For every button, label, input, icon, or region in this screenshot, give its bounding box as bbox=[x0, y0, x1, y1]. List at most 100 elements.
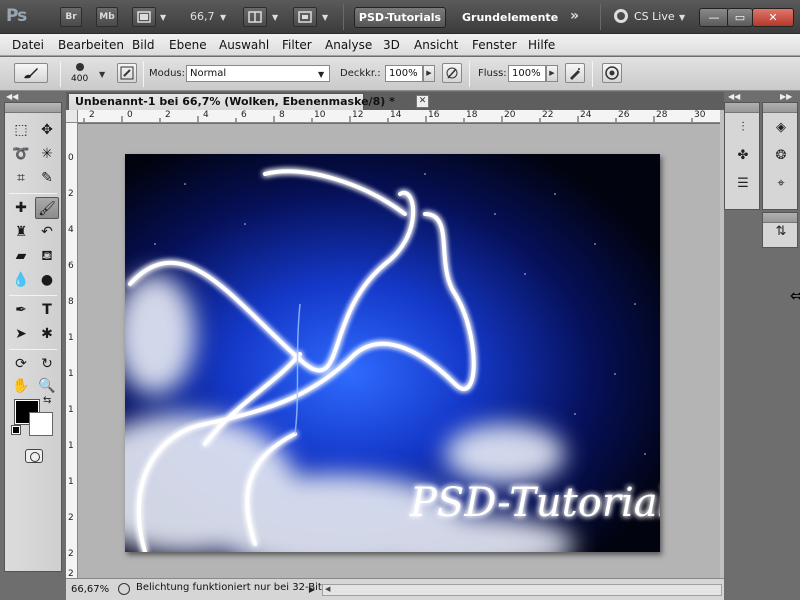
eraser-tool-icon[interactable]: ▰ bbox=[9, 245, 33, 267]
3d-rotate-tool-icon[interactable]: ⟳ bbox=[9, 353, 33, 375]
collapse-tools-icon[interactable]: ◀◀ bbox=[6, 92, 18, 101]
crop-tool-icon[interactable]: ⌗ bbox=[9, 167, 33, 189]
menu-bild[interactable]: Bild bbox=[132, 38, 155, 52]
menu-ansicht[interactable]: Ansicht bbox=[414, 38, 458, 52]
expand-panels-icon[interactable]: ◀◀ bbox=[728, 92, 740, 101]
close-document-icon[interactable]: ✕ bbox=[416, 95, 429, 108]
dock-header[interactable] bbox=[725, 103, 759, 113]
zoom-tool-icon[interactable]: 🔍 bbox=[35, 375, 59, 397]
dock-header[interactable] bbox=[763, 103, 797, 113]
extras-button[interactable] bbox=[132, 7, 156, 27]
cs-live-menu[interactable]: CS Live bbox=[634, 10, 675, 23]
clone-stamp-tool-icon[interactable]: ♜ bbox=[9, 221, 33, 243]
eyedropper-tool-icon[interactable]: ✎ bbox=[35, 167, 59, 189]
pen-tool-icon[interactable]: ✒ bbox=[9, 299, 33, 321]
restore-button[interactable]: ▭ bbox=[727, 8, 753, 27]
zoom-level-text[interactable]: 66,7 bbox=[190, 10, 215, 23]
lasso-tool-icon[interactable]: ➰ bbox=[9, 143, 33, 165]
arrange-dropdown-icon[interactable]: ▼ bbox=[272, 13, 278, 22]
history-panel-icon[interactable]: ⇅ bbox=[769, 221, 793, 243]
toolbox-header[interactable] bbox=[5, 103, 61, 113]
paint-bucket-tool-icon[interactable]: ⛾ bbox=[35, 245, 59, 267]
flow-input[interactable]: 100% bbox=[508, 65, 546, 82]
menu-ebene[interactable]: Ebene bbox=[169, 38, 207, 52]
menu-3d[interactable]: 3D bbox=[383, 38, 400, 52]
opacity-input[interactable]: 100% bbox=[385, 65, 423, 82]
canvas-area[interactable]: PSD-Tutorials.de bbox=[78, 124, 720, 578]
minimize-button[interactable]: — bbox=[699, 8, 729, 27]
menu-fenster[interactable]: Fenster bbox=[472, 38, 517, 52]
cs-live-icon[interactable] bbox=[614, 9, 628, 23]
horizontal-ruler[interactable]: 2 0 2 4 6 8 10 12 14 16 18 20 22 24 26 2… bbox=[78, 110, 720, 123]
brush-panel-toggle-button[interactable] bbox=[117, 63, 137, 83]
ruler-v-label: 1 bbox=[68, 333, 74, 343]
scroll-left-icon[interactable]: ◀ bbox=[325, 585, 330, 593]
arrange-documents-button[interactable] bbox=[243, 7, 267, 27]
horizontal-scrollbar[interactable]: ◀ bbox=[322, 584, 722, 596]
brush-tool-icon[interactable]: 🖌 bbox=[35, 197, 59, 219]
mini-bridge-button[interactable]: Mb bbox=[96, 7, 118, 27]
blend-mode-select[interactable]: Normal bbox=[186, 65, 330, 82]
menu-auswahl[interactable]: Auswahl bbox=[219, 38, 269, 52]
status-options-icon[interactable] bbox=[118, 583, 130, 595]
hand-tool-icon[interactable]: ✋ bbox=[9, 375, 33, 397]
quick-mask-icon[interactable] bbox=[25, 449, 43, 463]
swap-colors-icon[interactable]: ⇆ bbox=[43, 395, 51, 406]
layers-panel-icon[interactable]: ◈ bbox=[769, 117, 793, 139]
artwork-canvas[interactable]: PSD-Tutorials.de bbox=[125, 154, 660, 552]
ruler-origin[interactable] bbox=[66, 110, 78, 123]
blend-mode-dropdown-icon[interactable]: ▼ bbox=[318, 70, 324, 79]
vertical-ruler[interactable]: 0 2 4 6 8 1 1 1 1 1 2 2 2 bbox=[66, 123, 78, 578]
menu-hilfe[interactable]: Hilfe bbox=[528, 38, 555, 52]
pressure-opacity-button[interactable] bbox=[442, 63, 462, 83]
adjustments-panel-icon[interactable]: ⫶ bbox=[731, 117, 755, 139]
tool-presets-panel-icon[interactable]: ☰ bbox=[731, 173, 755, 195]
flow-slider-toggle[interactable]: ▶ bbox=[546, 65, 558, 82]
move-tool-icon[interactable]: ✥ bbox=[35, 119, 59, 141]
background-color-swatch[interactable] bbox=[29, 412, 53, 436]
magic-wand-tool-icon[interactable]: ✳ bbox=[35, 143, 59, 165]
cs-live-dropdown-icon[interactable]: ▼ bbox=[679, 13, 685, 22]
pressure-opacity-icon bbox=[446, 67, 458, 79]
channels-panel-icon[interactable]: ❂ bbox=[769, 145, 793, 167]
custom-shape-tool-icon[interactable]: ✱ bbox=[35, 323, 59, 345]
workspace-grundelemente-button[interactable]: Grundelemente bbox=[462, 11, 558, 24]
screen-mode-button[interactable] bbox=[293, 7, 317, 27]
healing-brush-tool-icon[interactable]: ✚ bbox=[9, 197, 33, 219]
marquee-tool-icon[interactable]: ⬚ bbox=[9, 119, 33, 141]
workspace-psd-tutorials-button[interactable]: PSD-Tutorials bbox=[354, 7, 446, 28]
ruler-v-label: 1 bbox=[68, 369, 74, 379]
clone-source-panel-icon[interactable]: ✤ bbox=[731, 145, 755, 167]
toolbox-separator bbox=[9, 295, 57, 296]
blur-tool-icon[interactable]: 💧 bbox=[9, 269, 33, 291]
collapse-panels-icon[interactable]: ▶▶ bbox=[780, 92, 792, 101]
tool-preset-picker[interactable] bbox=[14, 63, 48, 83]
panel-dock-left: ⫶ ✤ ☰ bbox=[724, 102, 760, 210]
menu-bearbeiten[interactable]: Bearbeiten bbox=[58, 38, 124, 52]
pressure-size-button[interactable] bbox=[602, 63, 622, 83]
type-tool-icon[interactable]: T bbox=[35, 299, 59, 321]
status-zoom-field[interactable]: 66,67% bbox=[68, 582, 114, 597]
panel-dock-right: ◈ ❂ ⌖ bbox=[762, 102, 798, 210]
close-window-button[interactable]: ✕ bbox=[752, 8, 794, 27]
dodge-tool-icon[interactable]: ● bbox=[35, 269, 59, 291]
brush-tip-preview-icon[interactable] bbox=[76, 63, 84, 71]
screen-mode-dropdown-icon[interactable]: ▼ bbox=[322, 13, 328, 22]
path-selection-tool-icon[interactable]: ➤ bbox=[9, 323, 33, 345]
history-brush-tool-icon[interactable]: ↶ bbox=[35, 221, 59, 243]
3d-orbit-tool-icon[interactable]: ↻ bbox=[35, 353, 59, 375]
extras-dropdown-icon[interactable]: ▼ bbox=[160, 13, 166, 22]
airbrush-button[interactable] bbox=[565, 63, 585, 83]
menu-filter[interactable]: Filter bbox=[282, 38, 312, 52]
opacity-slider-toggle[interactable]: ▶ bbox=[423, 65, 435, 82]
menu-datei[interactable]: Datei bbox=[12, 38, 44, 52]
document-tab[interactable]: Unbenannt-1 bei 66,7% (Wolken, Ebenenmas… bbox=[68, 93, 395, 110]
workspace-more-button[interactable]: » bbox=[570, 8, 579, 24]
zoom-dropdown-icon[interactable]: ▼ bbox=[220, 13, 226, 22]
brush-picker-dropdown-icon[interactable]: ▼ bbox=[99, 70, 105, 79]
status-menu-arrow-icon[interactable]: ▶ bbox=[306, 582, 318, 597]
default-colors-icon[interactable] bbox=[11, 425, 21, 435]
paths-panel-icon[interactable]: ⌖ bbox=[769, 173, 793, 195]
bridge-button[interactable]: Br bbox=[60, 7, 82, 27]
menu-analyse[interactable]: Analyse bbox=[325, 38, 372, 52]
